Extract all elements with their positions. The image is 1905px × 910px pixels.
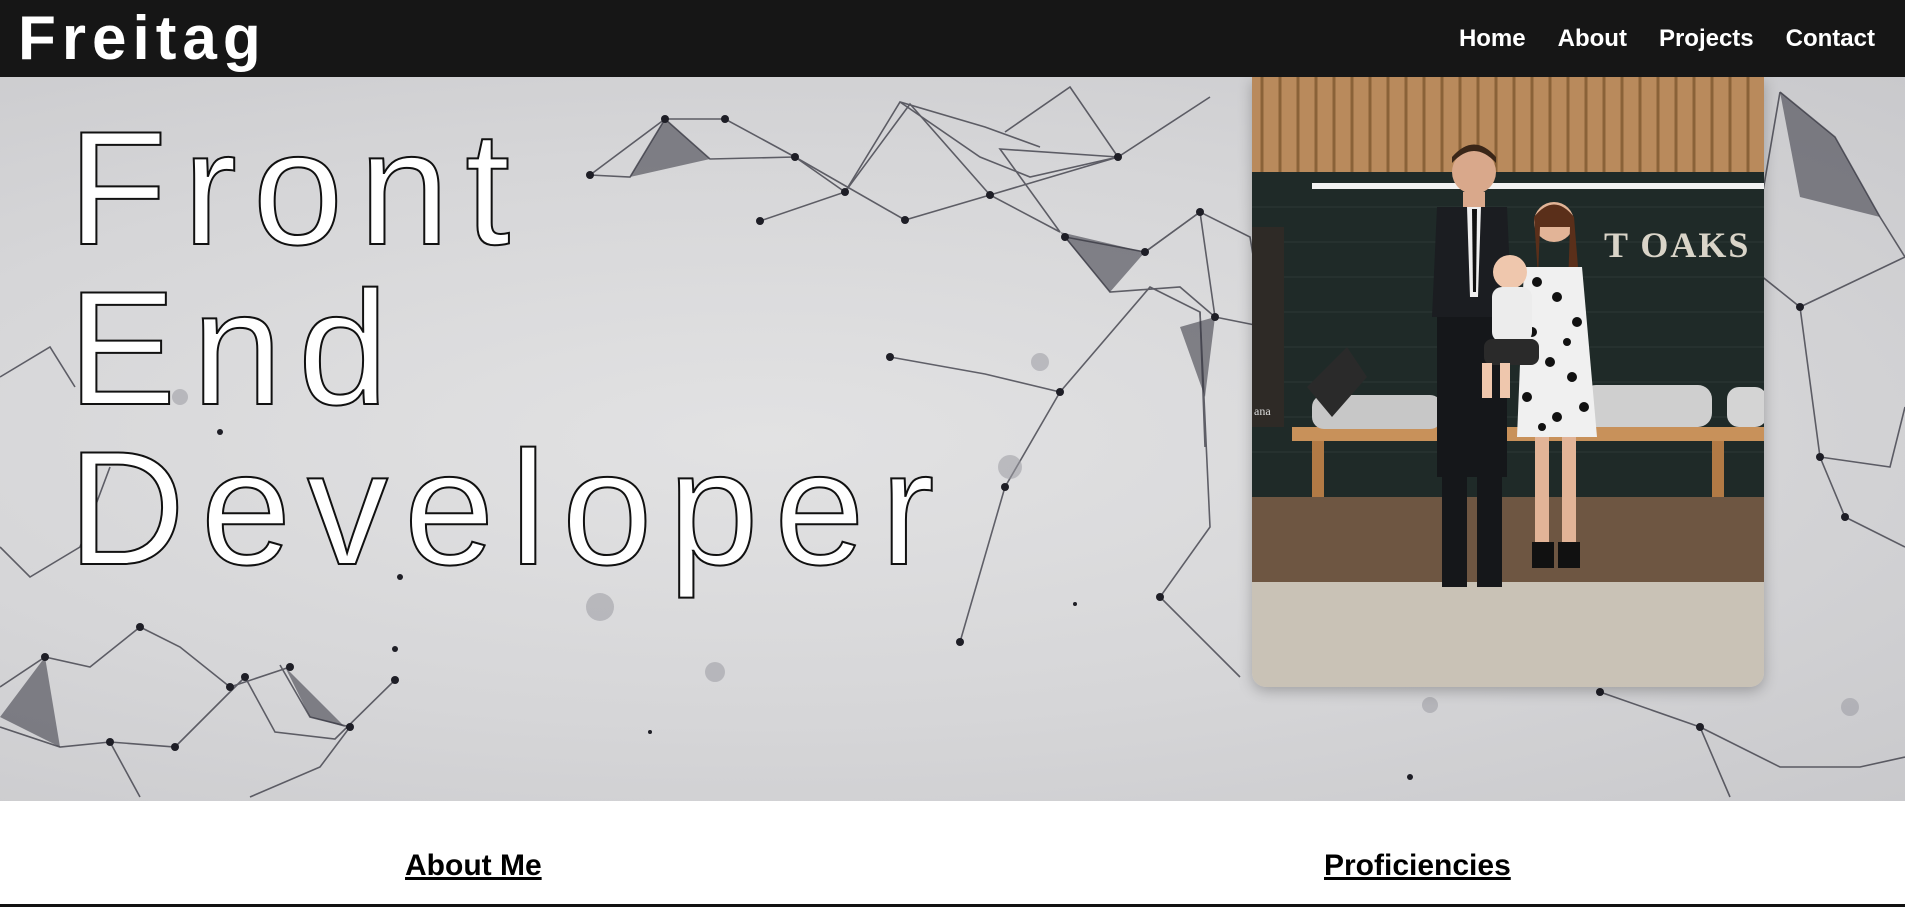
hero-banner: Front End Developer T OAKS ana [0,77,1905,801]
nav-contact-link[interactable]: Contact [1786,25,1875,53]
about-me-heading[interactable]: About Me [405,849,542,883]
poster-text: ana [1254,404,1271,418]
nav-projects-link[interactable]: Projects [1659,25,1754,53]
wall-sign-text: T OAKS [1604,225,1750,265]
content-sections-header: About Me Proficiencies [0,801,1905,907]
nav-about-link[interactable]: About [1558,25,1627,53]
nav-home-link[interactable]: Home [1459,25,1526,53]
hero-headline: Front End Developer [67,98,951,599]
headline-line-developer: Developer [67,418,951,599]
top-navbar: Freitag Home About Projects Contact [0,0,1905,77]
headline-line-front: Front [67,98,527,279]
family-photo: T OAKS ana [1252,77,1764,687]
headline-line-end: End [67,258,405,439]
proficiencies-heading[interactable]: Proficiencies [1324,849,1511,883]
brand-logo[interactable]: Freitag [18,7,267,70]
main-nav: Home About Projects Contact [1459,25,1875,53]
